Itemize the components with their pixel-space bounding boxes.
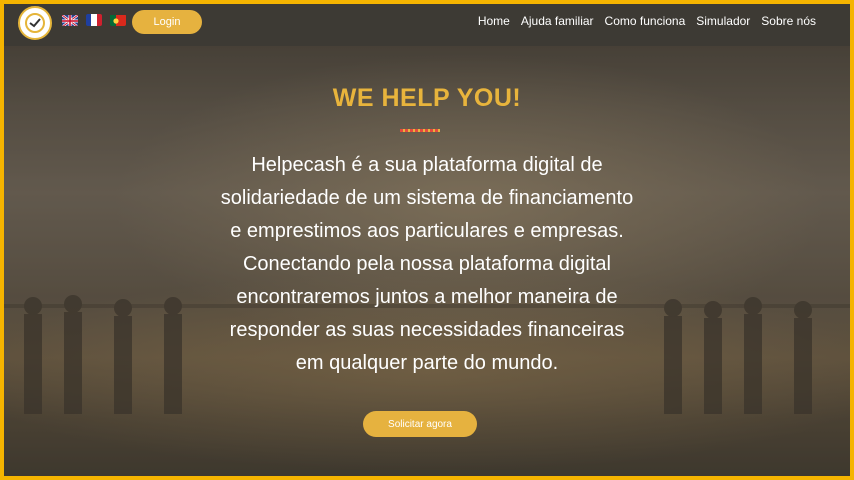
login-button[interactable]: Login: [132, 10, 202, 34]
hero-line: responder as suas necessidades financeir…: [229, 319, 625, 341]
nav-como-funciona[interactable]: Como funciona: [605, 14, 686, 28]
hero-description: Helpecash é a sua plataforma digital de …: [167, 149, 687, 380]
logo-icon: [25, 13, 45, 33]
hero-line: Conectando pela nossa plataforma digital: [242, 253, 612, 275]
nav-ajuda-familiar[interactable]: Ajuda familiar: [521, 14, 594, 28]
portugal-flag-icon[interactable]: [110, 14, 126, 26]
hero-line: Helpecash é a sua plataforma digital de: [251, 154, 603, 176]
main-nav: Home Ajuda familiar Como funciona Simula…: [478, 14, 816, 28]
hero-title: WE HELP YOU!: [332, 84, 522, 112]
nav-sobre-nos[interactable]: Sobre nós: [761, 14, 816, 28]
title-underline: [400, 129, 440, 132]
hero-line: solidariedade de um sistema de financiam…: [220, 187, 634, 209]
nav-simulador[interactable]: Simulador: [696, 14, 750, 28]
nav-home[interactable]: Home: [478, 14, 510, 28]
hero-line: e emprestimos aos particulares e empresa…: [230, 220, 624, 242]
solicitar-agora-button[interactable]: Solicitar agora: [363, 411, 477, 437]
hero-line: encontraremos juntos a melhor maneira de: [236, 286, 618, 308]
uk-flag-icon[interactable]: [62, 14, 78, 26]
language-selector: [62, 14, 126, 26]
hero-line: em qualquer parte do mundo.: [295, 352, 559, 374]
helpecash-logo[interactable]: [18, 6, 52, 40]
france-flag-icon[interactable]: [86, 14, 102, 26]
top-navbar: Login Home Ajuda familiar Como funciona …: [4, 4, 850, 46]
page-frame: Login Home Ajuda familiar Como funciona …: [4, 4, 850, 476]
